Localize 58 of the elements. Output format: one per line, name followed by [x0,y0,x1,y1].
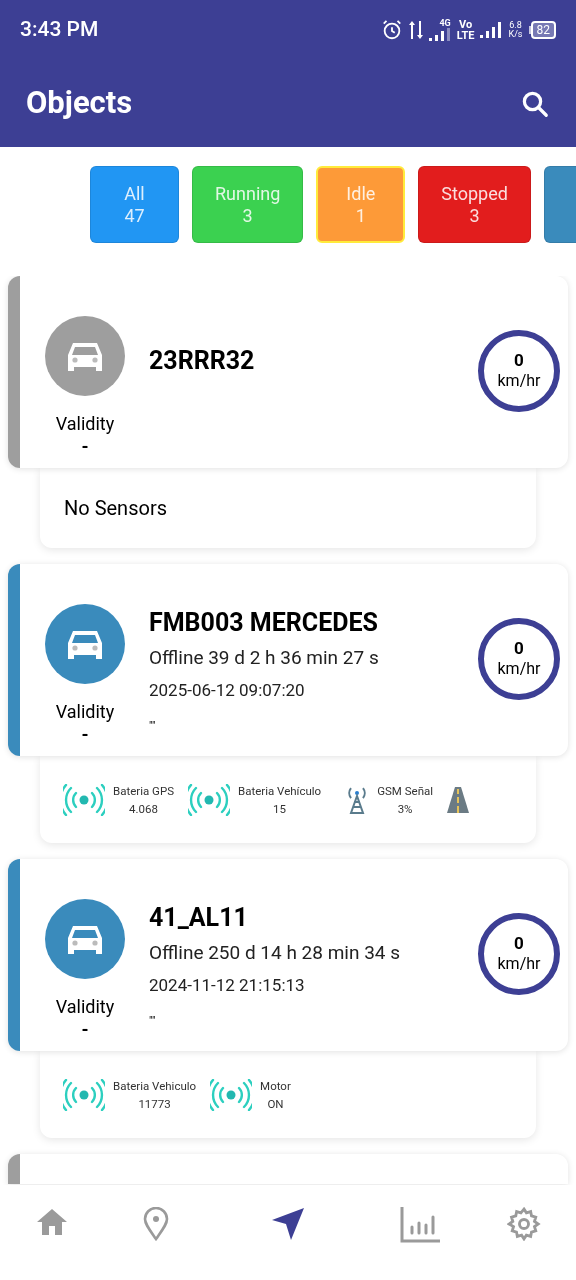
speed-unit: km/hr [497,658,541,680]
broadcast-icon [63,1078,105,1111]
speed-value: 0 [514,350,524,370]
sensor-label: Bateria Vehiculo [113,1077,197,1095]
sensor-label: GSM Señal [377,782,434,800]
vehicle-name: 41_AL11 [149,903,249,933]
location-pin-icon[interactable] [143,1207,169,1241]
net-speed-unit: K/s [508,30,523,39]
validity-value: - [81,1019,89,1041]
battery-indicator: 82 [530,21,556,39]
validity-value: - [81,724,89,746]
data-arrows-icon [408,19,423,41]
offline-duration: Offline 250 d 14 h 28 min 34 s [149,941,402,965]
bar-chart-icon[interactable] [400,1207,440,1243]
navigation-arrow-icon[interactable] [271,1207,305,1241]
settings-icon[interactable] [507,1207,541,1241]
home-icon[interactable] [36,1207,68,1237]
speed-unit: km/hr [497,370,541,392]
status-time: 3:43 PM [20,16,99,44]
filter-chip[interactable]: All 47 [90,166,179,243]
signal-icon [480,22,503,38]
network-type: 4G [439,19,451,28]
validity-value: - [81,436,89,458]
last-update-time: 2025-06-12 09:07:20 [149,679,306,701]
vehicle-card[interactable]: Validity - 23RRR32 0 km/hr [8,276,568,468]
volte-label: Vo [459,19,473,30]
sensor-value: 11773 [138,1095,171,1113]
broadcast-icon [63,783,105,816]
sensor-value: ON [267,1095,284,1113]
sensor-value: 4.068 [129,800,158,818]
address-text: "" [149,719,157,733]
filter-chip[interactable]: Stopped 3 [418,166,531,243]
sensor-value: 15 [273,800,287,818]
page-title: Objects [26,83,133,124]
speed-unit: km/hr [497,953,541,975]
sensor-label: Bateria Vehículo [238,782,322,800]
vehicle-card[interactable]: Validity - 41_AL11 Offline 250 d 14 h 28 min 34 s 2024-11-12 21:15:13 "" 0 km/hr [8,859,568,1051]
broadcast-icon [210,1078,253,1111]
volte-label: LTE [456,30,475,41]
vehicle-card[interactable]: Validity - FMB003 MERCEDES Offline 39 d 2 h 36 min 27 s 2025-06-12 09:07:20 "" 0 km/hr [8,564,568,756]
validity-label: Validity [55,412,115,436]
road-icon [447,786,470,813]
offline-duration: Offline 39 d 2 h 36 min 27 s [149,646,380,670]
vehicle-name: FMB003 MERCEDES [149,608,379,638]
broadcast-icon [188,783,230,816]
validity-label: Validity [55,995,115,1019]
sensor-value: 3% [397,800,413,818]
signal-icon [428,28,451,41]
last-update-time: 2024-11-12 21:15:13 [149,974,306,996]
sensor-label: Motor [260,1077,291,1095]
validity-label: Validity [55,700,115,724]
address-text: "" [149,1014,157,1028]
no-sensors-text: No Sensors [64,495,167,522]
sensor-label: Bateria GPS [113,782,174,800]
net-speed: 6.8 [509,21,522,30]
speed-value: 0 [514,933,524,953]
speed-value: 0 [514,638,524,658]
vehicle-name: 23RRR32 [149,346,256,376]
